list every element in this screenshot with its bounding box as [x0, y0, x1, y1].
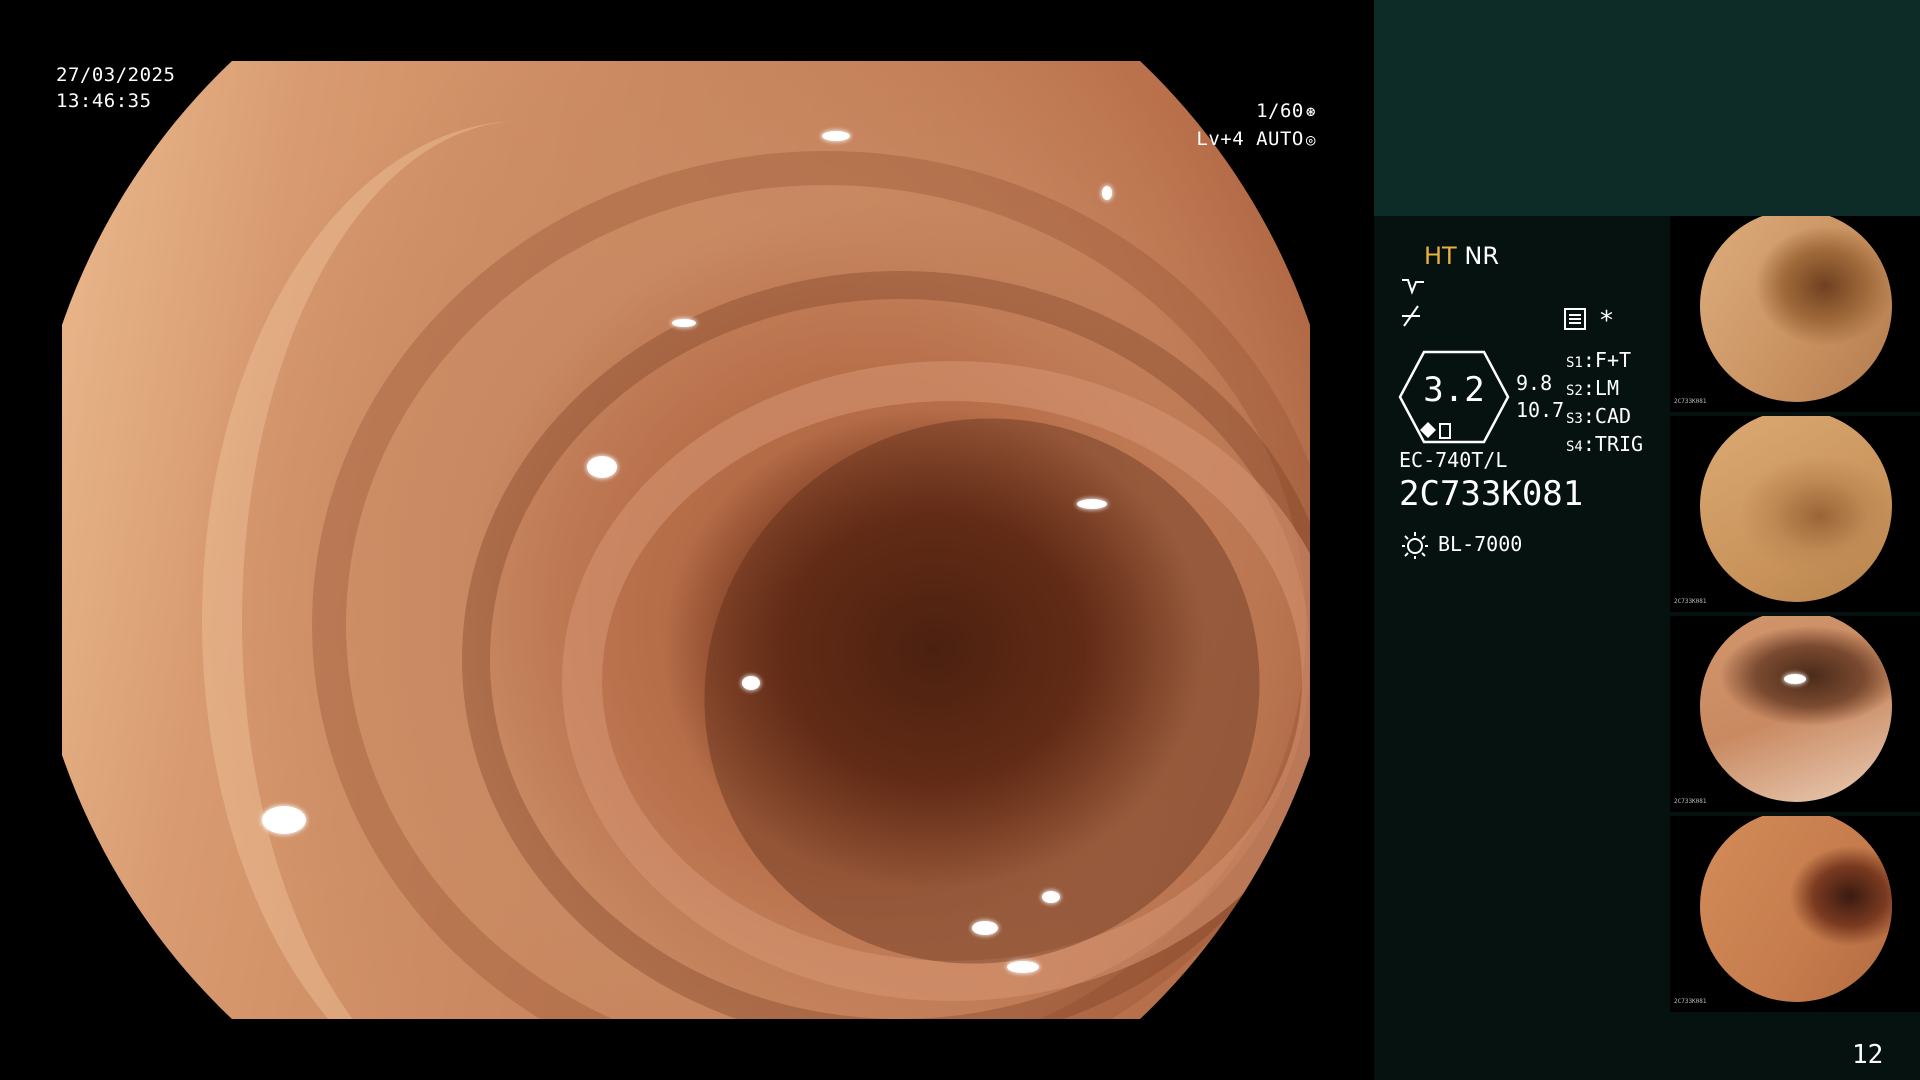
capture-thumbnail-4[interactable]: 2C733K081 — [1670, 816, 1920, 1012]
thumbnail-image — [1700, 416, 1892, 602]
capture-thumbnail-1[interactable]: 2C733K081 — [1670, 216, 1920, 412]
exposure-mode: AUTO — [1256, 128, 1304, 150]
iris-icon: ◎ — [1305, 130, 1316, 149]
specular-highlight — [672, 319, 696, 327]
nr-label: NR — [1464, 242, 1499, 270]
specular-highlight — [1102, 186, 1112, 200]
endoscope-image — [62, 61, 1310, 1019]
enhancement-labels: HT NR — [1424, 242, 1499, 270]
preset-item: S3:CAD — [1566, 404, 1632, 428]
image-counter: 12 — [1852, 1040, 1884, 1070]
light-source-label: BL-7000 — [1438, 532, 1523, 556]
specular-highlight — [587, 456, 617, 478]
ht-label: HT — [1424, 242, 1457, 270]
light-source-icon — [1400, 530, 1430, 564]
specular-highlight — [1042, 891, 1060, 903]
specular-highlight — [742, 676, 760, 690]
asterisk-indicator: * — [1600, 306, 1613, 336]
exposure-level: Lv+4 — [1196, 128, 1245, 150]
thumbnail-label: 2C733K081 — [1674, 398, 1707, 405]
capture-thumbnail-3[interactable]: 2C733K081 — [1670, 616, 1920, 812]
preset-item: S4:TRIG — [1566, 432, 1644, 456]
preset-item: S1:F+T — [1566, 348, 1632, 372]
specular-highlight — [972, 921, 998, 935]
specular-highlight — [822, 131, 850, 141]
thumbnail-label: 2C733K081 — [1674, 798, 1707, 805]
thumbnail-image — [1700, 216, 1892, 402]
capture-thumbnail-2[interactable]: 2C733K081 — [1670, 416, 1920, 612]
filter-icon — [1400, 304, 1426, 334]
zoom-value: 3.2 — [1423, 370, 1485, 410]
readout-a: 9.8 — [1516, 371, 1553, 395]
readout-b: 10.7 — [1516, 398, 1565, 422]
time-label: 13:46:35 — [56, 90, 152, 112]
contrast-icon — [1400, 274, 1426, 304]
thumbnail-image — [1700, 816, 1892, 1002]
shutter-icon: ⊛ — [1305, 102, 1316, 121]
thumbnail-label: 2C733K081 — [1674, 998, 1707, 1005]
info-header-area — [1374, 0, 1920, 216]
exposure-readout: Lv+4 AUTO ◎ — [1180, 126, 1316, 153]
preset-list: S1:F+T S2:LM S3:CAD S4:TRIG — [1566, 348, 1643, 460]
specular-highlight — [1077, 499, 1107, 509]
thumbnail-label: 2C733K081 — [1674, 598, 1707, 605]
scope-serial: 2C733K081 — [1399, 474, 1584, 514]
menu-icon — [1564, 308, 1586, 334]
thumbnail-image — [1700, 616, 1892, 802]
preset-item: S2:LM — [1566, 376, 1619, 400]
scope-model: EC-740T/L — [1399, 448, 1508, 472]
endoscope-live-view — [62, 61, 1310, 1019]
shutter-readout: 1/60 ⊛ — [1194, 98, 1316, 125]
specular-highlight — [1784, 674, 1806, 684]
shutter-value: 1/60 — [1256, 100, 1304, 122]
specular-highlight — [262, 806, 306, 834]
specular-highlight — [1007, 961, 1039, 973]
date-label: 27/03/2025 — [56, 64, 176, 86]
zoom-indicator: 3.2 — [1398, 350, 1510, 444]
